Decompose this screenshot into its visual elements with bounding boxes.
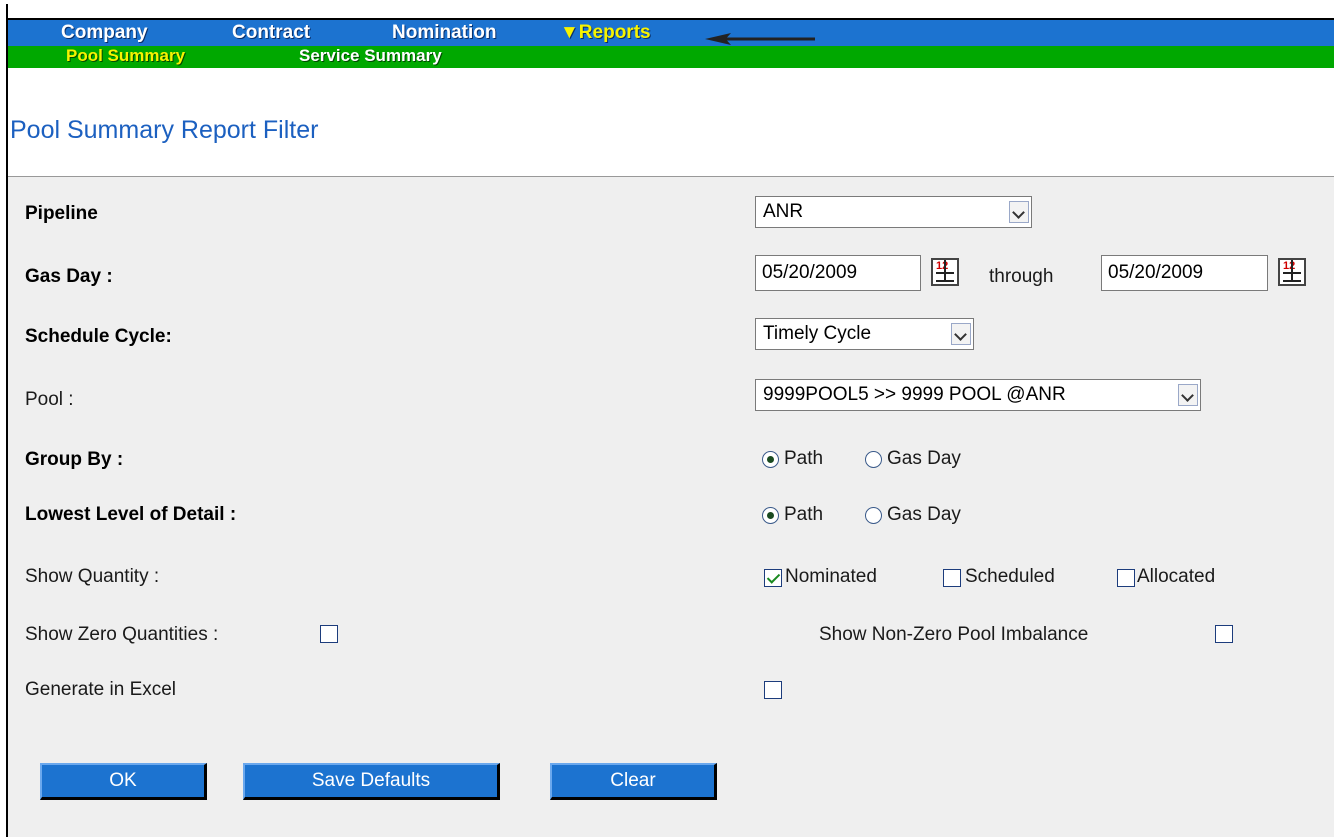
ok-button[interactable]: OK: [40, 763, 207, 800]
pipeline-label: Pipeline: [25, 203, 98, 224]
chevron-down-icon[interactable]: [951, 323, 971, 345]
chevron-down-icon[interactable]: [1178, 384, 1198, 406]
subnav-item-pool-summary[interactable]: Pool Summary: [66, 46, 185, 66]
pool-select[interactable]: 9999POOL5 >> 9999 POOL @ANR: [755, 379, 1201, 411]
page-title: Pool Summary Report Filter: [10, 116, 319, 144]
schedule-cycle-label: Schedule Cycle:: [25, 326, 172, 347]
pointer-arrow-icon: [705, 33, 815, 45]
lowest-level-gas-day-radio[interactable]: [865, 507, 882, 524]
generate-excel-checkbox[interactable]: [764, 681, 782, 699]
group-by-path-label: Path: [784, 448, 824, 469]
generate-excel-label: Generate in Excel: [25, 679, 177, 700]
scheduled-label: Scheduled: [965, 566, 1055, 587]
nav-item-company[interactable]: Company: [61, 22, 148, 44]
gas-day-to-input[interactable]: 05/20/2009: [1101, 255, 1268, 291]
lowest-level-gas-day-label: Gas Day: [887, 504, 961, 525]
lowest-level-path-label: Path: [784, 504, 824, 525]
scheduled-checkbox[interactable]: [943, 569, 961, 587]
allocated-checkbox[interactable]: [1117, 569, 1135, 587]
group-by-gas-day-radio[interactable]: [865, 451, 882, 468]
lowest-level-label: Lowest Level of Detail :: [25, 504, 237, 525]
chevron-down-icon[interactable]: [1009, 201, 1029, 223]
nominated-checkbox[interactable]: [764, 569, 782, 587]
gas-day-label: Gas Day :: [25, 266, 113, 287]
save-defaults-button[interactable]: Save Defaults: [243, 763, 500, 800]
show-zero-quantities-label: Show Zero Quantities :: [25, 624, 219, 645]
show-zero-quantities-checkbox[interactable]: [320, 625, 338, 643]
allocated-label: Allocated: [1137, 566, 1216, 587]
pipeline-select[interactable]: ANR: [755, 196, 1032, 228]
nav-item-contract[interactable]: Contract: [232, 22, 310, 44]
clear-button[interactable]: Clear: [550, 763, 717, 800]
group-by-label: Group By :: [25, 449, 124, 470]
sub-nav: Pool Summary Service Summary: [8, 46, 1334, 68]
subnav-item-service-summary[interactable]: Service Summary: [299, 46, 442, 66]
nominated-label: Nominated: [785, 566, 877, 587]
through-label: through: [989, 266, 1054, 287]
pipeline-select-value: ANR: [763, 201, 804, 222]
pool-select-value: 9999POOL5 >> 9999 POOL @ANR: [763, 384, 1066, 405]
schedule-cycle-select-value: Timely Cycle: [763, 323, 872, 344]
lowest-level-path-radio[interactable]: [762, 507, 779, 524]
show-nonzero-imbalance-label: Show Non-Zero Pool Imbalance: [819, 624, 1089, 645]
top-nav: Company Contract Nomination ▼Reports: [8, 18, 1334, 46]
gas-day-from-input[interactable]: 05/20/2009: [755, 255, 921, 291]
calendar-icon[interactable]: 12: [1278, 258, 1306, 286]
schedule-cycle-select[interactable]: Timely Cycle: [755, 318, 974, 350]
nav-item-nomination[interactable]: Nomination: [392, 22, 497, 44]
group-by-gas-day-label: Gas Day: [887, 448, 961, 469]
group-by-path-radio[interactable]: [762, 451, 779, 468]
pool-label: Pool :: [25, 389, 74, 410]
calendar-icon[interactable]: 12: [931, 258, 959, 286]
nav-item-reports[interactable]: ▼Reports: [560, 22, 651, 44]
show-nonzero-imbalance-checkbox[interactable]: [1215, 625, 1233, 643]
show-quantity-label: Show Quantity :: [25, 566, 160, 587]
